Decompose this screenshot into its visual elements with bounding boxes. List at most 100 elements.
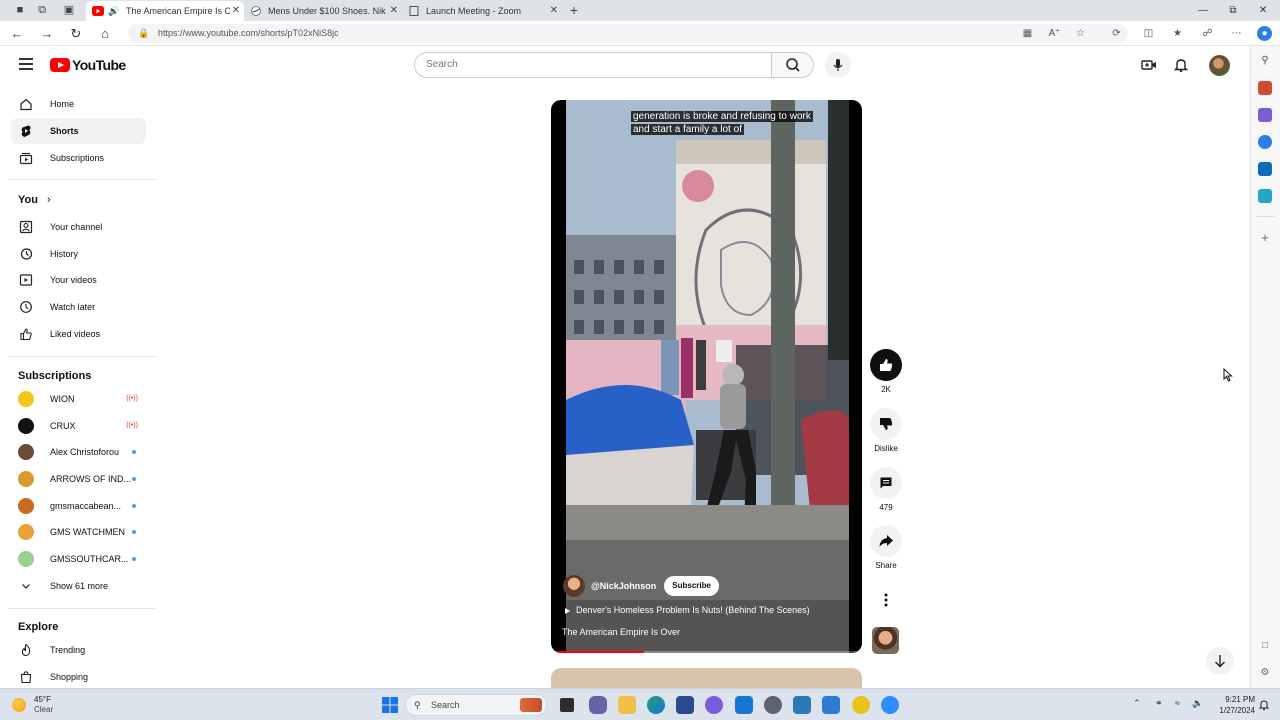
voice-search-button[interactable] xyxy=(825,52,851,78)
menu-icon[interactable] xyxy=(19,58,33,70)
sidebar-item-home[interactable]: Home xyxy=(11,91,146,117)
channel-avatar[interactable] xyxy=(563,575,585,597)
sidebar-settings-icon[interactable]: ⚙ xyxy=(1258,666,1272,680)
copilot-sidebar-icon[interactable] xyxy=(1258,135,1272,149)
more-options-action[interactable] xyxy=(869,584,903,616)
search-button[interactable] xyxy=(771,52,814,78)
copilot-icon[interactable]: ● xyxy=(1257,26,1272,41)
calendar-icon[interactable] xyxy=(822,696,840,714)
search-sidebar-icon[interactable]: ⚲ xyxy=(1258,54,1272,68)
wifi-icon[interactable]: ≈ xyxy=(1175,698,1180,708)
create-icon[interactable] xyxy=(1140,56,1158,74)
dislike-button[interactable] xyxy=(870,408,902,440)
tab-zoom[interactable]: Launch Meeting - Zoom ✕ xyxy=(402,1,562,21)
share-action[interactable]: Share xyxy=(869,525,903,570)
playlist-name[interactable]: The American Empire Is Over xyxy=(562,627,680,637)
task-view-icon[interactable] xyxy=(560,698,574,712)
mail-icon[interactable] xyxy=(735,696,753,714)
tab-nike[interactable]: Mens Under $100 Shoes. Nike.co ✕ xyxy=(244,1,402,21)
extensions-icon[interactable]: ⟳ xyxy=(1109,26,1124,41)
comments-button[interactable] xyxy=(870,467,902,499)
channel-name[interactable]: @NickJohnson xyxy=(591,581,656,591)
teams-chat-icon[interactable] xyxy=(589,696,607,714)
tab-audio-icon[interactable]: 🔊 xyxy=(108,1,119,21)
sidebar-item-shopping[interactable]: Shopping xyxy=(11,664,146,688)
show-hidden-icons-icon[interactable]: ⌃ xyxy=(1133,698,1141,709)
notification-bell-icon[interactable] xyxy=(1258,699,1270,711)
youtube-logo[interactable]: YouTube xyxy=(50,57,126,73)
subscription-item-gmsmaccabean[interactable]: gmsmaccabean... xyxy=(11,493,146,519)
drop-sidebar-icon[interactable] xyxy=(1258,189,1272,203)
volume-icon[interactable]: 🔈 xyxy=(1192,698,1203,709)
workspaces-icon[interactable]: ⧉ xyxy=(34,3,50,18)
subscription-item-alex-christoforou[interactable]: Alex Christoforou xyxy=(11,439,146,465)
browser-essentials-icon[interactable]: ☍ xyxy=(1200,26,1215,41)
sidebar-item-your-channel[interactable]: Your channel xyxy=(11,214,146,240)
photos-icon[interactable] xyxy=(793,696,811,714)
norton-icon[interactable] xyxy=(852,696,870,714)
next-short-preview[interactable] xyxy=(551,668,862,688)
url-field[interactable]: 🔒 https://www.youtube.com/shorts/pT02xNi… xyxy=(128,24,1128,43)
forward-button[interactable]: → xyxy=(38,25,56,42)
file-explorer-icon[interactable] xyxy=(618,696,636,714)
home-button[interactable]: ⌂ xyxy=(96,25,114,42)
sidebar-item-shorts[interactable]: Shorts xyxy=(11,118,146,144)
notifications-bell-icon[interactable] xyxy=(1172,56,1190,74)
next-short-button[interactable] xyxy=(1206,647,1234,675)
split-screen-icon[interactable]: ◫ xyxy=(1141,26,1156,41)
tab-youtube[interactable]: 🔊 The American Empire Is Ov ✕ xyxy=(86,1,244,21)
start-windows-icon[interactable] xyxy=(381,696,399,714)
subscription-item-gmssouthcar[interactable]: GMSSOUTHCAR... xyxy=(11,546,146,572)
add-sidebar-icon[interactable]: + xyxy=(1258,231,1272,245)
sidebar-item-subscriptions[interactable]: Subscriptions xyxy=(11,145,146,171)
share-button[interactable] xyxy=(870,525,902,557)
favorites-icon[interactable]: ★ xyxy=(1170,26,1185,41)
account-avatar[interactable] xyxy=(1209,55,1230,76)
close-window-button[interactable]: ✕ xyxy=(1248,0,1278,21)
settings-gear-icon[interactable] xyxy=(764,696,782,714)
microphone-tray-icon[interactable]: ⚭ xyxy=(1155,698,1163,709)
like-action[interactable]: 2K xyxy=(869,349,903,394)
outlook-sidebar-icon[interactable] xyxy=(1258,162,1272,176)
weather-widget[interactable]: 45°F Clear xyxy=(12,694,72,716)
sidebar-item-watch-later[interactable]: Watch later xyxy=(11,294,146,320)
subscribe-button[interactable]: Subscribe xyxy=(664,576,719,596)
subscription-item-wion[interactable]: WION ((•)) xyxy=(11,386,146,412)
minimize-button[interactable]: — xyxy=(1188,0,1218,21)
tab-close-icon[interactable]: ✕ xyxy=(390,1,398,21)
comments-action[interactable]: 479 xyxy=(869,467,903,512)
lock-icon[interactable]: 🔒 xyxy=(138,24,149,43)
refresh-button[interactable]: ↻ xyxy=(67,25,85,42)
sidebar-item-liked-videos[interactable]: Liked videos xyxy=(11,321,146,347)
more-menu-icon[interactable]: ⋯ xyxy=(1229,26,1244,41)
app-available-icon[interactable]: ▦ xyxy=(1020,26,1035,41)
tab-close-icon[interactable]: ✕ xyxy=(550,1,558,21)
sidebar-item-your-videos[interactable]: Your videos xyxy=(11,267,146,293)
new-tab-button[interactable]: + xyxy=(566,3,582,18)
search-input[interactable]: Search xyxy=(414,52,772,78)
copilot-taskbar-icon[interactable] xyxy=(705,696,723,714)
video-title-link[interactable]: Denver's Homeless Problem Is Nuts! (Behi… xyxy=(565,605,810,615)
subscription-item-arrows[interactable]: ARROWS OF IND... xyxy=(11,466,146,492)
like-button[interactable] xyxy=(870,349,902,381)
taskbar-clock[interactable]: 9:21 PM 1/27/2024 xyxy=(1207,694,1255,716)
tab-actions-icon[interactable]: ▣ xyxy=(61,3,77,18)
dislike-action[interactable]: Dislike xyxy=(869,408,903,453)
video-progress-bar[interactable] xyxy=(551,651,862,653)
favorite-star-icon[interactable]: ☆ xyxy=(1073,26,1088,41)
back-button[interactable]: ← xyxy=(8,25,26,42)
video-frame[interactable]: generation is broke and refusing to work… xyxy=(566,100,849,653)
hide-sidebar-icon[interactable]: □ xyxy=(1258,639,1272,653)
sound-thumbnail[interactable] xyxy=(872,627,899,654)
taskbar-search[interactable]: ⚲ Search xyxy=(405,694,547,716)
sidebar-item-history[interactable]: History xyxy=(11,241,146,267)
edge-browser-icon[interactable] xyxy=(647,696,665,714)
shopping-sidebar-icon[interactable] xyxy=(1258,81,1272,95)
read-aloud-icon[interactable]: A⁺ xyxy=(1047,26,1062,41)
show-more-button[interactable]: Show 61 more xyxy=(11,573,146,599)
zoom-app-icon[interactable] xyxy=(881,696,899,714)
sidebar-item-trending[interactable]: Trending xyxy=(11,637,146,663)
subscription-item-gms-watchmen[interactable]: GMS WATCHMEN xyxy=(11,519,146,545)
tab-close-icon[interactable]: ✕ xyxy=(232,1,240,21)
subscription-item-crux[interactable]: CRUX ((•)) xyxy=(11,413,146,439)
